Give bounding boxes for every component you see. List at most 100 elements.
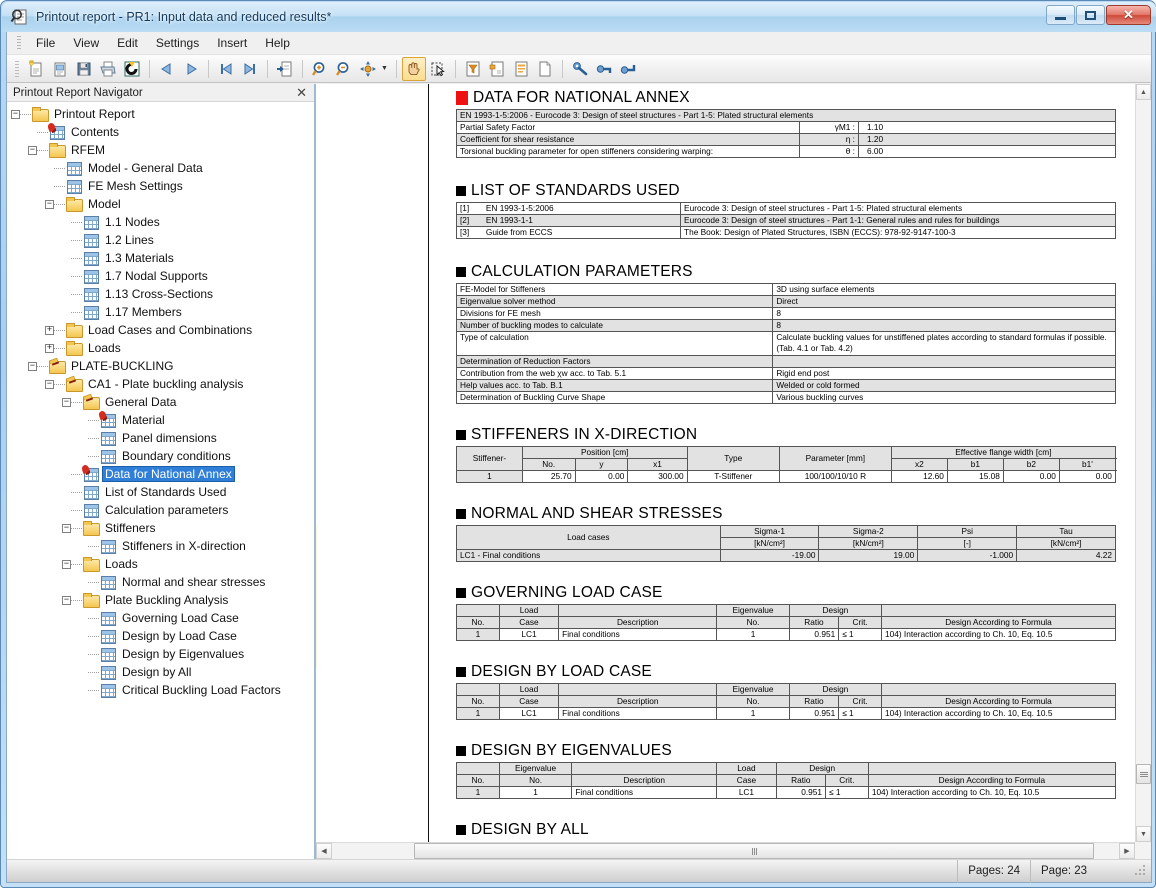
tree-item-fe-mesh-settings[interactable]: FE Mesh Settings [7, 177, 314, 195]
tree-item-design-by-all[interactable]: Design by All [7, 663, 314, 681]
open-report-icon[interactable] [48, 57, 72, 81]
collapse-toggle-icon[interactable]: − [45, 379, 54, 389]
tree-item-stiffeners[interactable]: − Stiffeners [7, 519, 314, 537]
export-icon[interactable] [273, 57, 297, 81]
refresh-icon[interactable] [120, 57, 144, 81]
subcol-b2: b2 [1002, 458, 1060, 471]
expand-toggle-icon[interactable]: + [45, 325, 54, 335]
tree-item-plate-buckling[interactable]: − PLATE-BUCKLING [7, 357, 314, 375]
tree-item-1-1-nodes[interactable]: 1.1 Nodes [7, 213, 314, 231]
blank-page-icon[interactable] [533, 57, 557, 81]
navigator-close-icon[interactable]: ✕ [293, 86, 310, 99]
document-vertical-scrollbar[interactable]: ▲ ▼ [1135, 84, 1151, 842]
vertical-scroll-thumb[interactable] [1136, 764, 1151, 784]
tree-item-model-general-data[interactable]: Model - General Data [7, 159, 314, 177]
tree-item-model[interactable]: − Model [7, 195, 314, 213]
tree-item-panel-dimensions[interactable]: Panel dimensions [7, 429, 314, 447]
scroll-down-button[interactable]: ▼ [1136, 826, 1151, 842]
zoom-out-icon[interactable] [332, 57, 356, 81]
section-title: DESIGN BY LOAD CASE [471, 663, 652, 680]
last-page-icon[interactable] [238, 57, 262, 81]
report-tree[interactable]: − Printout Report Contents − RFEM Model - Gen… [7, 102, 314, 859]
folder-icon [32, 107, 49, 122]
first-page-icon[interactable] [214, 57, 238, 81]
collapse-toggle-icon[interactable]: − [28, 145, 37, 155]
section-title: NORMAL AND SHEAR STRESSES [471, 505, 723, 522]
unit-sigma-1: [kN/cm²] [719, 537, 820, 550]
tree-item-critical-buckling-load-factors[interactable]: Critical Buckling Load Factors [7, 681, 314, 699]
scroll-right-button[interactable]: ▶ [1119, 843, 1135, 859]
hand-tool-icon[interactable] [401, 56, 426, 81]
settings-link-icon[interactable] [568, 57, 592, 81]
report-page[interactable]: x2 x1 y [316, 84, 1135, 842]
tree-item-1-17-members[interactable]: 1.17 Members [7, 303, 314, 321]
tree-item-loads[interactable]: + Loads [7, 339, 314, 357]
tree-item-design-by-eigenvalues[interactable]: Design by Eigenvalues [7, 645, 314, 663]
table-icon [83, 467, 99, 482]
menu-edit[interactable]: Edit [108, 33, 147, 53]
collapse-toggle-icon[interactable]: − [28, 361, 37, 371]
toolbar-separator [267, 59, 268, 78]
select-tool-icon[interactable] [426, 57, 450, 81]
tree-item-plate-buckling-analysis[interactable]: − Plate Buckling Analysis [7, 591, 314, 609]
toolbar-grip[interactable] [15, 60, 19, 77]
collapse-toggle-icon[interactable]: − [62, 397, 71, 407]
menu-view[interactable]: View [64, 33, 108, 53]
tree-item-printout-report[interactable]: − Printout Report [7, 105, 314, 123]
tree-item-list-of-standards-used[interactable]: List of Standards Used [7, 483, 314, 501]
print-icon[interactable] [96, 57, 120, 81]
pan-dropdown-chevron-down-icon[interactable]: ▼ [381, 65, 388, 72]
tree-item-ca1-plate-buckling-analysis[interactable]: − CA1 - Plate buckling analysis [7, 375, 314, 393]
save-report-icon[interactable] [72, 57, 96, 81]
collapse-toggle-icon[interactable]: − [11, 109, 20, 119]
horizontal-scroll-thumb[interactable] [414, 843, 1094, 859]
subcol-ratio: Ratio [775, 774, 827, 787]
maximize-button[interactable] [1076, 5, 1105, 25]
pan-view-icon[interactable] [356, 57, 380, 81]
tree-item-material[interactable]: Material [7, 411, 314, 429]
tree-item-design-by-load-case[interactable]: Design by Load Case [7, 627, 314, 645]
tree-item-governing-load-case[interactable]: Governing Load Case [7, 609, 314, 627]
scroll-left-button[interactable]: ◀ [316, 843, 332, 859]
expand-toggle-icon[interactable]: + [45, 343, 54, 353]
lock-icon[interactable] [616, 57, 640, 81]
menu-file[interactable]: File [27, 33, 64, 53]
collapse-toggle-icon[interactable]: − [45, 199, 54, 209]
tree-item-normal-and-shear-stresses[interactable]: Normal and shear stresses [7, 573, 314, 591]
tree-item-1-7-nodal-supports[interactable]: 1.7 Nodal Supports [7, 267, 314, 285]
close-button[interactable]: ✕ [1106, 5, 1151, 25]
unlock-icon[interactable] [592, 57, 616, 81]
menu-insert[interactable]: Insert [208, 33, 256, 53]
tree-item-load-cases-and-combinations[interactable]: + Load Cases and Combinations [7, 321, 314, 339]
tree-item-1-3-materials[interactable]: 1.3 Materials [7, 249, 314, 267]
menu-settings[interactable]: Settings [147, 33, 208, 53]
tree-item-1-13-cross-sections[interactable]: 1.13 Cross-Sections [7, 285, 314, 303]
scroll-up-button[interactable]: ▲ [1136, 84, 1151, 100]
tree-item-loads[interactable]: − Loads [7, 555, 314, 573]
tree-item-calculation-parameters[interactable]: Calculation parameters [7, 501, 314, 519]
document-horizontal-scrollbar[interactable]: ◀ ▶ [316, 842, 1135, 859]
tree-item-boundary-conditions[interactable]: Boundary conditions [7, 447, 314, 465]
tree-item-general-data[interactable]: − General Data [7, 393, 314, 411]
tree-item-stiffeners-in-x-direction[interactable]: Stiffeners in X-direction [7, 537, 314, 555]
resize-grip-icon[interactable] [1134, 864, 1148, 878]
page-setup-icon[interactable] [485, 57, 509, 81]
tree-item-data-for-national-annex[interactable]: Data for National Annex [7, 465, 314, 483]
zoom-in-icon[interactable] [308, 57, 332, 81]
new-report-icon[interactable] [24, 57, 48, 81]
menu-help[interactable]: Help [256, 33, 299, 53]
tree-item-label: Model [88, 197, 121, 211]
next-page-icon[interactable] [179, 57, 203, 81]
tree-item-rfem[interactable]: − RFEM [7, 141, 314, 159]
previous-page-icon[interactable] [155, 57, 179, 81]
filter-icon[interactable] [461, 57, 485, 81]
minimize-button[interactable] [1046, 5, 1075, 25]
collapse-toggle-icon[interactable]: − [62, 559, 71, 569]
collapse-toggle-icon[interactable]: − [62, 595, 71, 605]
collapse-toggle-icon[interactable]: − [62, 523, 71, 533]
tree-item-label: PLATE-BUCKLING [71, 359, 174, 373]
tree-item-contents[interactable]: Contents [7, 123, 314, 141]
page-header-icon[interactable] [509, 57, 533, 81]
tree-item-1-2-lines[interactable]: 1.2 Lines [7, 231, 314, 249]
